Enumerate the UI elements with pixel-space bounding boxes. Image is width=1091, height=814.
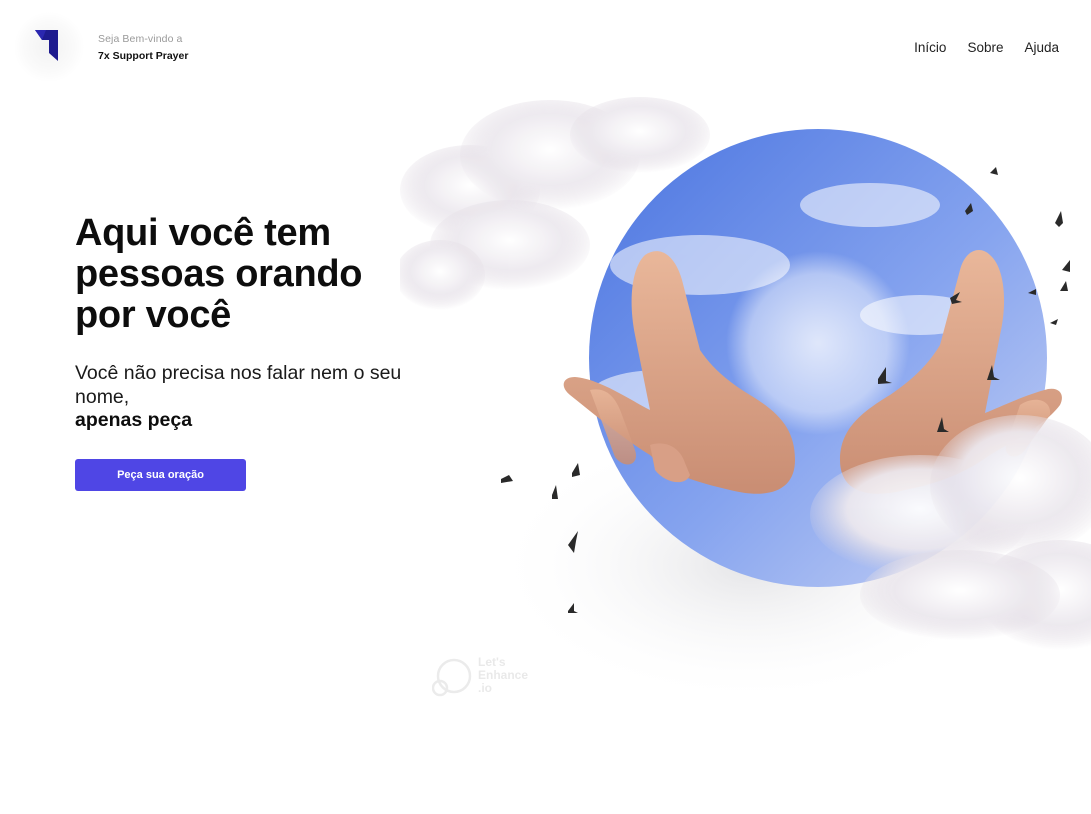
nav-inicio[interactable]: Início	[914, 40, 946, 55]
watermark-text: Let's Enhance .io	[478, 656, 528, 695]
bird	[1060, 281, 1068, 291]
hero-subtitle-text: Você não precisa nos falar nem o seu nom…	[75, 362, 402, 408]
logo[interactable]	[14, 12, 84, 82]
main-nav: Início Sobre Ajuda	[914, 40, 1059, 55]
bird	[1055, 211, 1063, 227]
arrow-logo-icon	[35, 30, 58, 61]
watermark-line: .io	[478, 681, 492, 695]
welcome-text: Seja Bem-vindo a	[98, 33, 183, 45]
praying-hands-illustration	[400, 97, 1091, 705]
watermark: Let's Enhance .io	[432, 656, 552, 700]
bird	[990, 167, 998, 175]
enhance-logo-icon	[432, 658, 472, 697]
hero-subtitle: Você não precisa nos falar nem o seu nom…	[75, 362, 405, 433]
hero-subtitle-emphasis: apenas peça	[75, 409, 193, 431]
bird	[1062, 260, 1070, 272]
bird	[1050, 319, 1058, 325]
nav-sobre[interactable]: Sobre	[967, 40, 1003, 55]
bird	[501, 475, 513, 483]
request-prayer-button[interactable]: Peça sua oração	[75, 459, 246, 491]
brand-name: 7x Support Prayer	[98, 50, 189, 62]
hero-title: Aqui você tem pessoas orando por você	[75, 212, 363, 336]
landing-page: Seja Bem-vindo a 7x Support Prayer Iníci…	[0, 0, 1091, 814]
header: Seja Bem-vindo a 7x Support Prayer Iníci…	[0, 0, 1091, 95]
nav-ajuda[interactable]: Ajuda	[1024, 40, 1059, 55]
